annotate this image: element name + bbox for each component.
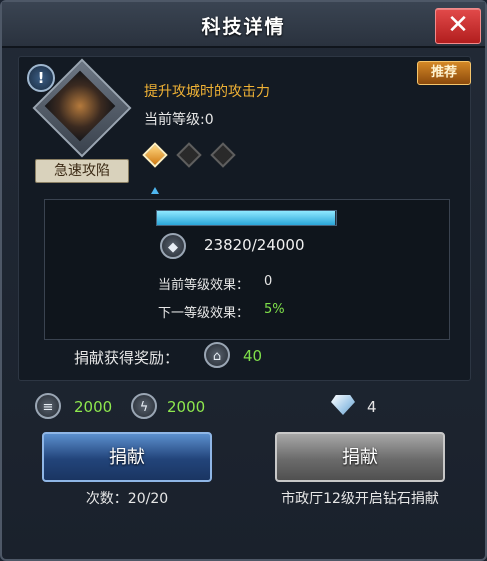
tech-name-label: 急速攻陷	[35, 159, 129, 183]
next-effect-value: 5%	[264, 302, 285, 317]
tech-description: 提升攻城时的攻击力	[144, 84, 270, 100]
next-effect-label: 下一等级效果：	[158, 306, 250, 321]
resource-1-cost: 2000	[74, 398, 113, 416]
coin-icon: ≡	[35, 393, 61, 419]
progress-bar	[156, 210, 337, 226]
title-bar: 科技详情	[2, 2, 485, 48]
gem-cost: 4	[367, 398, 377, 416]
lightning-icon: ϟ	[131, 393, 157, 419]
progress-value: 23820/24000	[204, 236, 305, 254]
resource-2-cost: 2000	[167, 398, 206, 416]
close-button[interactable]: ✕	[435, 8, 481, 44]
reward-label: 捐献获得奖励：	[74, 349, 180, 367]
current-effect-value: 0	[264, 274, 273, 289]
medal-icon: ⌂	[204, 342, 230, 368]
close-icon: ✕	[447, 10, 469, 40]
diamond-donate-lock-text: 市政厅12级开启钻石捐献	[281, 491, 439, 507]
donate-count: 次数：20/20	[85, 491, 169, 507]
recommend-badge: 推荐	[417, 61, 471, 85]
medal-icon: ◆	[160, 233, 186, 259]
current-level: 当前等级:0	[144, 112, 214, 128]
progress-bar-fill	[157, 211, 335, 225]
diamond-donate-button[interactable]: 捐献	[275, 432, 445, 482]
dialog-title: 科技详情	[201, 16, 286, 38]
current-effect-label: 当前等级效果：	[158, 278, 250, 293]
info-icon[interactable]: !	[27, 64, 55, 92]
reward-value: 40	[243, 347, 263, 365]
donate-button[interactable]: 捐献	[42, 432, 212, 482]
level-pointer	[151, 187, 159, 194]
